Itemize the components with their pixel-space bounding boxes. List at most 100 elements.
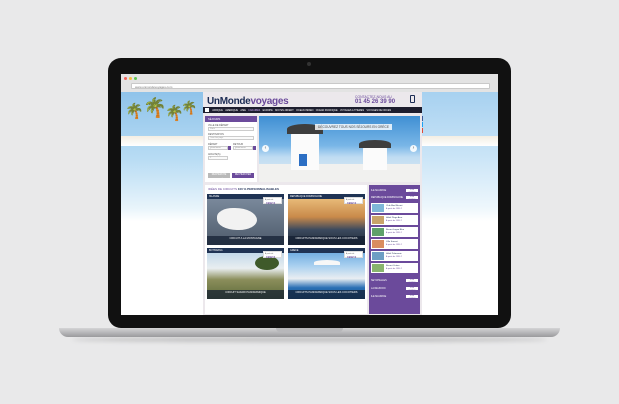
adults-select[interactable]: 2	[208, 156, 228, 160]
sidebar-row-button[interactable]: VOIR OFFRES	[406, 189, 418, 194]
sidebar-row[interactable]: REPUBLIQUE DOMINICAINE VOIR OFFRES	[371, 195, 418, 201]
beach-background-right	[422, 92, 498, 315]
offer-name: Hôtel Palmeraie	[386, 252, 402, 255]
windmill-door	[299, 154, 307, 166]
calendar-icon[interactable]	[253, 146, 256, 150]
offer-thumbnail	[372, 252, 384, 260]
sidebar-row-button[interactable]: VOIR OFFRES	[406, 196, 418, 201]
offer-price: À partir de 1990 €	[386, 208, 402, 210]
offer-item[interactable]: Villa Sunset À partir de 1990 €	[371, 239, 418, 249]
offer-thumbnail	[372, 228, 384, 236]
offer-price: À partir de 1990 €	[386, 256, 402, 258]
price-tag: À partir de 1992 €	[263, 197, 282, 205]
offer-item[interactable]: Hôtel Palmeraie À partir de 1990 €	[371, 251, 418, 261]
return-date-input[interactable]: jj/mm/aaaa	[233, 146, 253, 150]
nav-item[interactable]: ASIE	[239, 109, 247, 112]
offer-price: À partir de 1990 €	[386, 232, 402, 234]
search-tab-label: SÉJOURS	[208, 117, 221, 121]
offer-name: Villa Sunset	[386, 240, 398, 243]
circuit-card[interactable]: BOTSWANA À partir de 1992 € CIRCUIT SAFAR…	[207, 248, 284, 299]
url-bar[interactable]: www.unmondevoyages.com	[131, 83, 490, 89]
hero-caption[interactable]: DÉCOUVREZ TOUS NOS SÉJOURS EN GRÈCE	[315, 124, 392, 130]
depart-date-input[interactable]: jj/mm/aaaa	[208, 146, 228, 150]
advanced-search-button[interactable]: RECHERCHE AVANCÉE	[208, 173, 230, 181]
sidebar-row-label: ILE MAURICE	[371, 295, 387, 298]
nav-item[interactable]: AFRIQUE	[211, 109, 224, 112]
logo-text-a: UnMonde	[207, 96, 251, 107]
nav-item[interactable]: OCEAN PACIFIQUE	[315, 109, 339, 112]
browser-chrome: www.unmondevoyages.com	[121, 74, 498, 93]
price-tag: À partir de 1992 €	[344, 197, 363, 205]
destination-select[interactable]: Tous les pays	[208, 136, 254, 140]
next-slide-icon[interactable]: ›	[410, 145, 417, 152]
calendar-icon[interactable]	[228, 146, 231, 150]
sidebar-row[interactable]: ILE MAURICE VOIR OFFRES	[371, 294, 418, 300]
nav-item[interactable]: VOYAGES DE NOCES	[365, 109, 392, 112]
card-caption: CIRCUIT A LA MONTAGNE	[207, 236, 284, 245]
search-submit-button[interactable]: RECHERCHER	[232, 173, 254, 178]
palm-tree-icon: 🌴	[143, 98, 167, 119]
prev-slide-icon[interactable]: ‹	[262, 145, 269, 152]
sand	[422, 136, 498, 146]
search-tab[interactable]: SÉJOURS	[205, 116, 257, 122]
nav-item[interactable]: MOYEN-ORIENT	[274, 109, 295, 112]
website-page: UnMondevoyages CONTACTEZ-NOUS AU 01 45 2…	[203, 92, 422, 315]
nav-item[interactable]: AMERIQUE	[224, 109, 239, 112]
offer-item[interactable]: Hôtel Plage Azur À partir de 1990 €	[371, 215, 418, 225]
camera	[307, 62, 311, 66]
sidebar-row[interactable]: ILE MAURICE VOIR OFFRES	[371, 188, 418, 194]
offer-price: À partir de 1990 €	[386, 268, 402, 270]
laptop-shadow	[72, 337, 547, 342]
minimize-dot-icon[interactable]	[129, 77, 132, 80]
nav-item[interactable]: VOYAGES A THEMES	[339, 109, 365, 112]
offer-name: Resort Océan	[386, 264, 400, 267]
offer-name: Club Med Resort	[386, 204, 403, 207]
phone-number[interactable]: 01 45 26 39 90	[355, 99, 395, 105]
search-panel: SÉJOURS VILLE DE DÉPART Paris DESTINATIO…	[205, 116, 257, 182]
sidebar-row-label: ILE MAURICE	[371, 189, 387, 192]
offer-item[interactable]: Resort Lagon Bleu À partir de 1990 €	[371, 227, 418, 237]
hero-slider[interactable]: DÉCOUVREZ TOUS NOS SÉJOURS EN GRÈCE ‹ ›	[259, 116, 420, 182]
logo-text-b: voyages	[250, 96, 289, 107]
offer-item[interactable]: Club Med Resort À partir de 1990 €	[371, 203, 418, 213]
circuit-card[interactable]: GRECE À partir de 1992 € CIRCUITS PANORAM…	[288, 248, 365, 299]
sand	[121, 136, 203, 146]
offer-thumbnail	[372, 240, 384, 248]
palm-tree-icon: 🌴	[125, 103, 144, 120]
circuit-card[interactable]: REPUBLIQUE DOMINICAINE À partir de 1992 €…	[288, 194, 365, 245]
offer-price: À partir de 1990 €	[386, 220, 402, 222]
nav-item[interactable]: EUROPE	[261, 109, 273, 112]
beach-background-left: 🌴 🌴 🌴 🌴	[121, 92, 203, 315]
offers-sidebar: ILE MAURICE VOIR OFFRES REPUBLIQUE DOMINI…	[369, 185, 420, 314]
sidebar-row-label: REPUBLIQUE DOMINICAINE	[371, 196, 404, 199]
nav-item[interactable]: OCEAN INDIEN	[295, 109, 315, 112]
windmill-roof	[359, 140, 391, 148]
circuits-title: IDÉES DE CIRCUITS 100 % PERSONNALISABLES	[208, 187, 279, 191]
offer-name: Hôtel Plage Azur	[386, 216, 403, 219]
home-icon[interactable]	[205, 108, 209, 112]
price-value: 1992 €	[266, 254, 276, 259]
sidebar-row[interactable]: SEYCHELLES VOIR OFFRES	[371, 278, 418, 284]
sidebar-row-label: SEYCHELLES	[371, 279, 387, 282]
circuit-card[interactable]: ISLANDE À partir de 1992 € CIRCUIT A LA M…	[207, 194, 284, 245]
offer-thumbnail	[372, 216, 384, 224]
sidebar-row-button[interactable]: VOIR OFFRES	[406, 287, 418, 292]
card-country: GRECE	[290, 249, 299, 252]
iceland-map-icon	[217, 208, 257, 230]
main-nav: AFRIQUE AMERIQUE ASIE CARAIBES EUROPE MO…	[203, 107, 422, 113]
windmill-right	[363, 146, 387, 170]
card-caption: CIRCUIT SAFARI PANORAMIQUE	[207, 290, 284, 299]
parasol-icon	[314, 260, 340, 265]
departure-select[interactable]: Paris	[208, 127, 254, 131]
zoom-dot-icon[interactable]	[134, 77, 137, 80]
price-value: 1992 €	[347, 254, 357, 259]
sidebar-row-button[interactable]: VOIR OFFRES	[406, 295, 418, 300]
site-logo[interactable]: UnMondevoyages	[207, 96, 289, 107]
sidebar-row[interactable]: LA REUNION VOIR OFFRES	[371, 286, 418, 292]
sidebar-row-button[interactable]: VOIR OFFRES	[406, 279, 418, 284]
circuits-title-a: IDÉES DE CIRCUITS	[208, 187, 238, 191]
offer-thumbnail	[372, 264, 384, 272]
nav-item[interactable]: CARAIBES	[247, 109, 261, 112]
offer-item[interactable]: Resort Océan À partir de 1990 €	[371, 263, 418, 273]
close-dot-icon[interactable]	[124, 77, 127, 80]
